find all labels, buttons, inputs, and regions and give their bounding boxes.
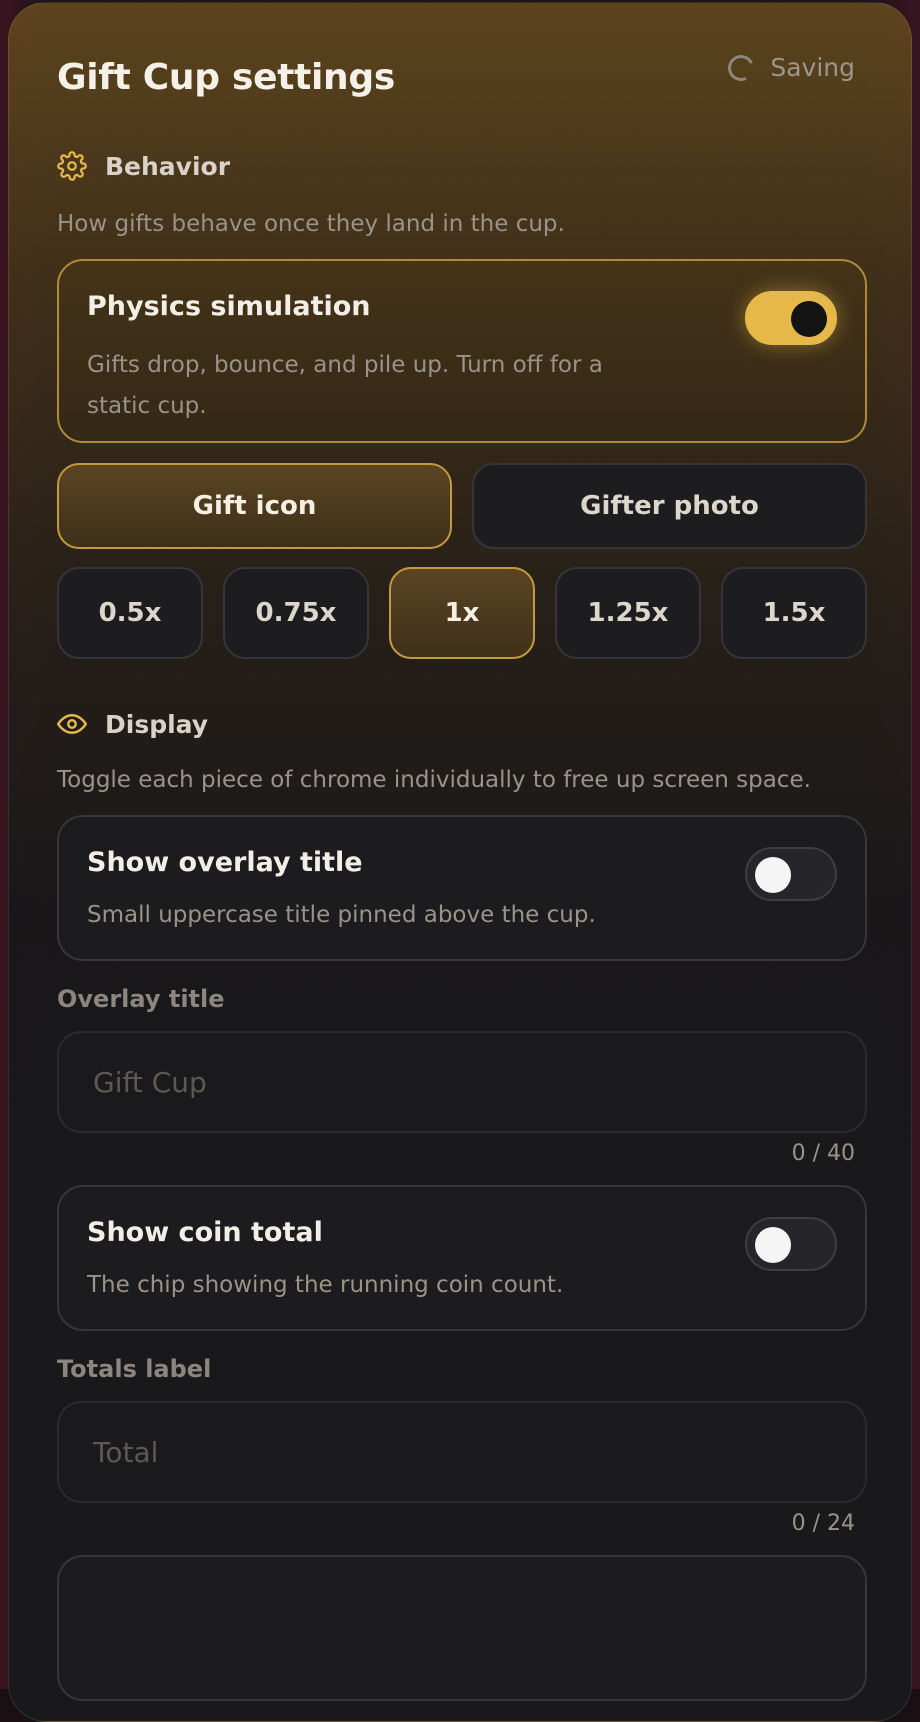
spinner-icon (724, 50, 759, 85)
show-overlay-title-description: Small uppercase title pinned above the c… (87, 902, 596, 928)
gifter-photo-option-button[interactable]: Gifter photo (472, 463, 867, 549)
behavior-description: How gifts behave once they land in the c… (57, 211, 565, 237)
next-setting-card[interactable] (57, 1555, 867, 1701)
gear-icon (57, 151, 87, 181)
physics-simulation-title: Physics simulation (87, 291, 371, 322)
totals-label-input[interactable] (57, 1401, 867, 1503)
show-coin-total-description: The chip showing the running coin count. (87, 1272, 564, 1298)
scale-option-0-75x[interactable]: 0.75x (223, 567, 369, 659)
scale-option-1x[interactable]: 1x (389, 567, 535, 659)
page-title: Gift Cup settings (57, 57, 395, 98)
scale-option-0-5x[interactable]: 0.5x (57, 567, 203, 659)
physics-simulation-toggle[interactable] (745, 291, 837, 345)
display-description: Toggle each piece of chrome individually… (57, 767, 811, 793)
eye-icon (57, 714, 87, 734)
toggle-knob (791, 301, 827, 337)
settings-panel: Gift Cup settings Saving Behavior How gi… (8, 2, 912, 1722)
display-section-heading: Display (57, 709, 208, 739)
behavior-heading-label: Behavior (105, 151, 231, 181)
gift-icon-option-button[interactable]: Gift icon (57, 463, 452, 549)
show-coin-total-title: Show coin total (87, 1217, 323, 1248)
show-coin-total-card[interactable]: Show coin total The chip showing the run… (57, 1185, 867, 1331)
behavior-section-heading: Behavior (57, 151, 230, 181)
physics-simulation-description: Gifts drop, bounce, and pile up. Turn of… (87, 352, 603, 419)
totals-label-label: Totals label (57, 1355, 212, 1383)
show-coin-total-toggle[interactable] (745, 1217, 837, 1271)
saving-label: Saving (770, 53, 855, 82)
toggle-knob (755, 857, 791, 893)
display-heading-label: Display (105, 709, 209, 739)
totals-label-char-counter: 0 / 24 (791, 1511, 855, 1536)
toggle-knob (755, 1227, 791, 1263)
show-overlay-title-title: Show overlay title (87, 847, 363, 878)
scale-option-1-5x[interactable]: 1.5x (721, 567, 867, 659)
overlay-title-char-counter: 0 / 40 (791, 1141, 855, 1166)
overlay-title-input[interactable] (57, 1031, 867, 1133)
saving-status: Saving (724, 50, 855, 85)
scale-option-1-25x[interactable]: 1.25x (555, 567, 701, 659)
show-overlay-title-toggle[interactable] (745, 847, 837, 901)
overlay-title-label: Overlay title (57, 985, 225, 1013)
physics-simulation-card[interactable]: Physics simulation Gifts drop, bounce, a… (57, 259, 867, 443)
show-overlay-title-card[interactable]: Show overlay title Small uppercase title… (57, 815, 867, 961)
